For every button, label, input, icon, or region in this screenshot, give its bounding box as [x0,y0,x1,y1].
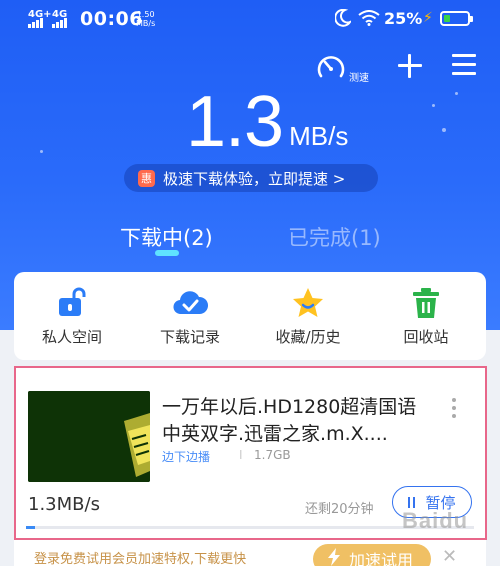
bottom-promo-bar: 登录免费试用会员加速特权,下载更快 加速试用 ✕ [14,540,486,566]
menu-button[interactable] [452,52,478,78]
shortcut-private-space[interactable]: 私人空间 [22,286,122,347]
current-speed-unit: MB/s [289,121,349,151]
discount-badge: 惠 [138,169,155,187]
time-remaining: 还剩20分钟 [305,502,374,517]
signal-icon [28,18,43,28]
clock: 00:06 [80,8,143,30]
tab-downloading[interactable]: 下载中(2) [120,222,213,252]
separator: I [239,448,243,462]
file-size: 1.7GB [254,448,291,462]
add-task-button[interactable] [396,52,424,80]
status-bar: 4G+ 4G 00:06 1.50 MB/s 25% ⚡ [0,0,500,38]
shortcut-recycle-bin[interactable]: 回收站 [376,286,476,347]
speedtest-label: 测速 [349,73,369,84]
speedtest-button[interactable]: 测速 [316,52,369,86]
sparkle-dot [455,92,458,95]
lock-icon [54,286,90,320]
signal-icon [52,18,67,28]
network-speed-value: 1.50 [136,10,155,19]
shortcut-card: 私人空间 下载记录 收藏/历史 回收站 [14,272,486,360]
cloud-check-icon [172,286,209,320]
lightning-icon [327,548,341,566]
download-task-card[interactable]: 一万年以后.HD1280超清国语中英双字.迅雷之家.m.X.... 边下边播 I… [14,368,486,564]
sparkle-dot [442,128,446,132]
battery-icon [440,11,473,26]
shortcut-favorites-history[interactable]: 收藏/历史 [258,286,358,347]
pause-icon [408,496,416,508]
shortcut-label: 私人空间 [41,328,102,346]
charging-icon: ⚡ [423,10,433,26]
accelerate-trial-button[interactable]: 加速试用 [313,544,431,566]
shortcut-label: 回收站 [403,328,449,346]
more-options-icon[interactable] [452,398,458,422]
accelerate-trial-label: 加速试用 [349,551,414,566]
task-title: 一万年以后.HD1280超清国语中英双字.迅雷之家.m.X.... [162,396,417,445]
star-icon [290,286,326,320]
network-speed: 1.50 MB/s [136,10,155,28]
bottom-promo-text: 登录免费试用会员加速特权,下载更快 [34,552,247,566]
current-speed: 1.3 MB/s [186,86,348,158]
shortcut-label: 下载记录 [159,328,220,346]
wifi-icon [358,10,380,30]
sparkle-dot [40,150,43,153]
network-speed-unit: MB/s [136,19,156,28]
speedup-promo-button[interactable]: 惠 极速下载体验，立即提速 > [124,164,378,192]
battery-percent: 25% [384,9,423,28]
shortcut-label: 收藏/历史 [275,328,341,346]
active-tab-indicator [155,250,179,256]
current-speed-value: 1.3 [186,82,284,162]
tab-completed[interactable]: 已完成(1) [288,222,381,252]
play-while-download-tag[interactable]: 边下边播 [162,448,210,465]
progress-fill [26,526,35,529]
sparkle-dot [432,104,435,107]
shortcut-download-history[interactable]: 下载记录 [140,286,240,347]
close-icon[interactable]: ✕ [442,546,457,566]
speedometer-icon [316,52,346,86]
video-thumbnail [28,391,150,482]
moon-icon [334,8,353,31]
trash-icon [408,286,444,320]
task-speed: 1.3MB/s [28,494,100,515]
speedup-promo-text: 极速下载体验，立即提速 > [163,169,346,188]
